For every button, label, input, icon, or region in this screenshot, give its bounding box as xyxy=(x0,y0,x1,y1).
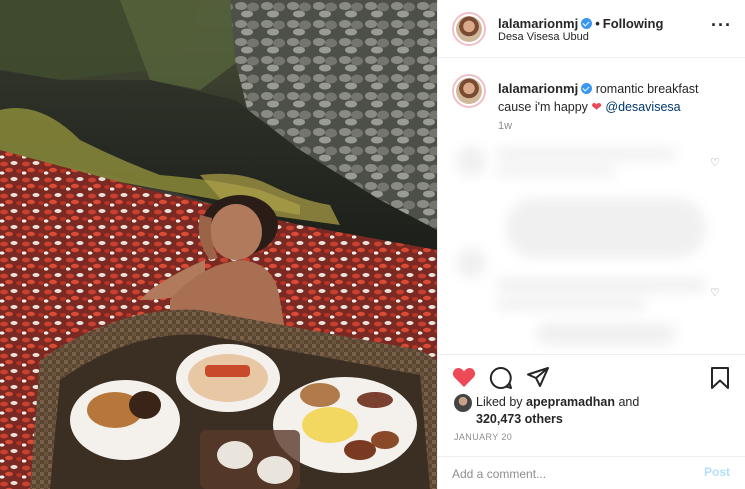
following-button[interactable]: Following xyxy=(603,16,664,31)
caption-verified-badge-icon xyxy=(581,83,593,94)
caption-age: 1w xyxy=(498,120,513,132)
post-photo[interactable] xyxy=(0,0,437,489)
comment-like-icon[interactable]: ♡ xyxy=(710,156,720,169)
liked-by-and: and xyxy=(618,395,640,409)
post-location[interactable]: Desa Visesa Ubud xyxy=(498,31,589,43)
separator-dot: • xyxy=(595,16,600,31)
post-side-panel: lalamarionmj • Following Desa Visesa Ubud … xyxy=(437,0,745,489)
caption-username[interactable]: lalamarionmj xyxy=(498,81,578,96)
post-comment-button[interactable]: Post xyxy=(704,465,730,479)
likes-count-link[interactable]: 320,473 others xyxy=(476,412,563,426)
bookmark-icon[interactable] xyxy=(710,366,730,390)
post-caption: lalamarionmj romantic breakfast cause i'… xyxy=(498,80,734,116)
liked-by-avatar[interactable] xyxy=(454,394,472,412)
verified-badge-icon xyxy=(581,18,593,29)
liked-by-user-link[interactable]: apepramadhan xyxy=(526,395,615,409)
comment-input[interactable] xyxy=(452,465,692,483)
share-icon[interactable] xyxy=(526,366,550,388)
caption-author-avatar[interactable] xyxy=(452,74,486,108)
liked-by-prefix: Liked by xyxy=(476,395,523,409)
heart-filled-icon[interactable] xyxy=(452,366,476,388)
post-header: lalamarionmj • Following Desa Visesa Ubud … xyxy=(438,0,745,58)
header-user-line: lalamarionmj • Following xyxy=(498,16,663,31)
author-avatar[interactable] xyxy=(452,12,486,46)
comment-like-icon[interactable]: ♡ xyxy=(710,286,720,299)
comment-icon[interactable] xyxy=(489,366,513,390)
author-username[interactable]: lalamarionmj xyxy=(498,16,578,31)
caption-mention-link[interactable]: @desavisesa xyxy=(605,100,680,114)
blurred-comment-list xyxy=(446,138,736,353)
more-options-icon[interactable]: ··· xyxy=(711,16,732,34)
liked-by-text: Liked by apepramadhan and 320,473 others xyxy=(476,394,736,428)
add-comment-bar: Post xyxy=(438,456,745,489)
red-heart-emoji-icon: ❤ xyxy=(591,100,602,114)
comments-section: lalamarionmj romantic breakfast cause i'… xyxy=(438,58,745,354)
post-date: JANUARY 20 xyxy=(454,432,513,442)
